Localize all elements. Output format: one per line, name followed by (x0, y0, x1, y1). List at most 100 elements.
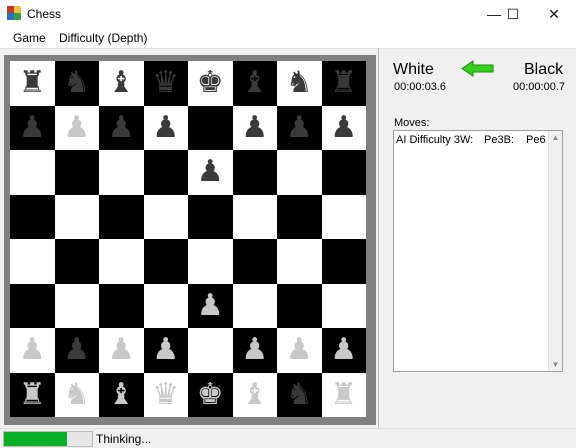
white-pawn-icon[interactable]: ♟ (99, 328, 144, 373)
white-bishop-icon[interactable]: ♝ (99, 373, 144, 418)
board-square[interactable]: ♟ (54, 328, 99, 373)
board-square[interactable]: ♟ (321, 105, 367, 151)
board-square[interactable]: ♝ (99, 372, 144, 418)
board-square[interactable]: ♚ (188, 372, 233, 418)
board-square[interactable]: ♝ (232, 61, 278, 106)
board-square[interactable] (54, 239, 99, 284)
board-square[interactable] (321, 239, 366, 284)
board-square[interactable] (321, 194, 366, 239)
scroll-down-icon[interactable]: ▼ (550, 359, 561, 370)
board-square[interactable]: ♜ (321, 61, 367, 106)
white-pawn-icon[interactable]: ♟ (322, 328, 367, 373)
black-queen-icon[interactable]: ♛ (144, 61, 189, 106)
board-square[interactable]: ♟ (321, 328, 367, 373)
board-square[interactable]: ♜ (10, 61, 55, 106)
board-square[interactable]: ♟ (54, 105, 100, 151)
board-square[interactable] (99, 239, 144, 284)
white-pawn-icon[interactable]: ♟ (144, 328, 189, 373)
white-pawn-icon[interactable]: ♟ (188, 284, 233, 329)
board-square[interactable]: ♟ (188, 150, 233, 195)
board-square[interactable] (321, 150, 366, 195)
maximize-button[interactable]: ☐ (495, 0, 531, 28)
black-pawn-icon[interactable]: ♟ (99, 106, 144, 151)
board-square[interactable]: ♞ (54, 61, 100, 106)
menu-difficulty[interactable]: Difficulty (Depth) (59, 31, 147, 45)
black-pawn-icon[interactable]: ♟ (322, 106, 367, 151)
board-square[interactable]: ♟ (99, 328, 144, 373)
white-pawn-icon[interactable]: ♟ (233, 328, 278, 373)
board-square[interactable]: ♟ (277, 328, 322, 373)
board-square[interactable]: ♟ (99, 105, 144, 151)
black-bishop-icon[interactable]: ♝ (99, 61, 144, 106)
board-square[interactable] (277, 150, 322, 195)
black-knight-icon[interactable]: ♞ (277, 373, 322, 418)
board-square[interactable]: ♝ (99, 61, 144, 106)
board-square[interactable] (99, 194, 144, 239)
board-square[interactable] (232, 239, 277, 284)
black-pawn-icon[interactable]: ♟ (233, 106, 278, 151)
black-pawn-icon[interactable]: ♟ (188, 150, 233, 195)
white-rook-icon[interactable]: ♜ (10, 373, 55, 418)
move-entry[interactable]: AI Difficulty 3W: Pe3B: Pe6 (396, 134, 546, 148)
black-pawn-icon[interactable]: ♟ (144, 106, 189, 151)
white-king-icon[interactable]: ♚ (188, 373, 233, 418)
white-bishop-icon[interactable]: ♝ (233, 373, 278, 418)
board-square[interactable] (143, 194, 188, 239)
white-pawn-icon[interactable]: ♟ (277, 328, 322, 373)
board-square[interactable] (232, 194, 277, 239)
moves-scrollbar[interactable]: ▲ ▼ (548, 131, 562, 371)
board-square[interactable]: ♝ (232, 372, 278, 418)
board-square[interactable]: ♚ (188, 61, 233, 106)
board-square[interactable] (143, 150, 188, 195)
board-square[interactable]: ♟ (232, 105, 278, 151)
black-pawn-icon[interactable]: ♟ (277, 106, 322, 151)
board-square[interactable] (10, 150, 55, 195)
close-button[interactable]: ✕ (536, 0, 572, 28)
board-square[interactable] (10, 239, 55, 284)
board-square[interactable] (54, 150, 99, 195)
white-pawn-icon[interactable]: ♟ (10, 328, 55, 373)
board-square[interactable] (232, 283, 277, 328)
board-square[interactable]: ♟ (188, 283, 233, 329)
board-square[interactable] (99, 150, 144, 195)
board-square[interactable] (54, 194, 99, 239)
black-knight-icon[interactable]: ♞ (277, 61, 322, 106)
board-square[interactable] (188, 239, 233, 284)
white-pawn-icon[interactable]: ♟ (55, 106, 100, 151)
board-square[interactable] (232, 150, 277, 195)
black-rook-icon[interactable]: ♜ (10, 61, 55, 106)
board-square[interactable] (188, 194, 233, 239)
board-square[interactable]: ♞ (54, 372, 100, 418)
menu-game[interactable]: Game (13, 31, 46, 45)
board-square[interactable] (188, 328, 233, 373)
board-square[interactable]: ♟ (10, 105, 55, 151)
board-square[interactable]: ♜ (321, 372, 367, 418)
board-square[interactable] (277, 194, 322, 239)
board-square[interactable]: ♞ (277, 61, 322, 106)
white-knight-icon[interactable]: ♞ (55, 373, 100, 418)
board-square[interactable]: ♞ (277, 372, 322, 418)
board-square[interactable] (143, 239, 188, 284)
black-pawn-icon[interactable]: ♟ (10, 106, 55, 151)
scroll-up-icon[interactable]: ▲ (550, 132, 561, 143)
board-square[interactable]: ♛ (143, 61, 189, 106)
board-square[interactable]: ♟ (10, 328, 55, 373)
board-square[interactable] (321, 283, 366, 328)
white-queen-icon[interactable]: ♛ (144, 373, 189, 418)
chess-board[interactable]: ♜ ♞ ♝ ♛ ♚ ♝ ♞ ♜ ♟ ♟ ♟ ♟ ♟ ♟ ♟ ♟ ♟ ♟ ♟ ♟ ♟ ♟ ♟ ♟ ♜ ♞ ♝ ♛ ♚ ♝ ♞ ♜ (10, 61, 366, 417)
board-square[interactable]: ♛ (143, 372, 189, 418)
board-square[interactable]: ♜ (10, 372, 55, 418)
board-square[interactable] (10, 283, 55, 328)
black-king-icon[interactable]: ♚ (188, 61, 233, 106)
board-square[interactable] (99, 283, 144, 328)
white-rook-icon[interactable]: ♜ (322, 373, 367, 418)
board-square[interactable] (143, 283, 188, 328)
black-bishop-icon[interactable]: ♝ (233, 61, 278, 106)
moves-list[interactable]: AI Difficulty 3W: Pe3B: Pe6 ▲ ▼ (393, 130, 563, 372)
board-square[interactable] (277, 283, 322, 328)
black-knight-icon[interactable]: ♞ (55, 61, 100, 106)
board-square[interactable] (277, 239, 322, 284)
board-square[interactable] (188, 105, 233, 150)
black-rook-icon[interactable]: ♜ (322, 61, 367, 106)
board-square[interactable]: ♟ (143, 328, 189, 373)
